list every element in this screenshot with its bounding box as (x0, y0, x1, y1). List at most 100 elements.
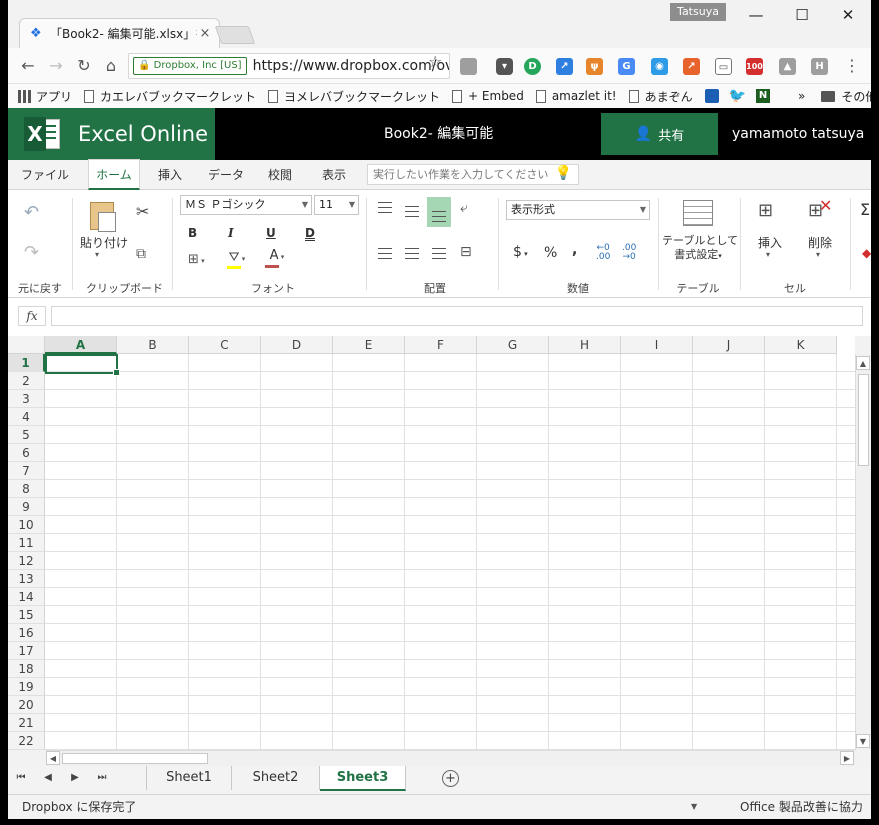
back-icon[interactable]: ← (16, 54, 40, 78)
horizontal-scroll-thumb[interactable] (62, 753, 208, 764)
new-tab-button[interactable] (214, 26, 256, 44)
column-header-k[interactable]: K (765, 336, 837, 354)
row-header[interactable]: 10 (8, 516, 45, 534)
double-underline-button[interactable]: D (305, 226, 315, 240)
twitter-icon[interactable]: 🐦 (729, 88, 746, 104)
column-header-j[interactable]: J (693, 336, 765, 354)
bookmark-blue-icon[interactable] (704, 89, 719, 103)
bookmark-item[interactable]: カエレバブックマークレット (84, 88, 256, 105)
align-bottom-button[interactable] (427, 197, 451, 227)
clear-icon[interactable]: ◆ (862, 246, 871, 260)
insert-cells-button[interactable]: 挿入 (753, 234, 787, 251)
row-header[interactable]: 11 (8, 534, 45, 552)
row-header[interactable]: 9 (8, 498, 45, 516)
sheet-tab-3[interactable]: Sheet3 (320, 766, 406, 791)
translate-icon[interactable]: G (618, 58, 635, 75)
font-size-select[interactable]: 11 ▼ (314, 195, 359, 215)
row-header[interactable]: 19 (8, 678, 45, 696)
paste-dropdown-icon[interactable]: ▾ (95, 250, 99, 259)
user-name[interactable]: yamamoto tatsuya (732, 108, 864, 160)
chart-extension-icon[interactable]: ↗ (556, 58, 573, 75)
column-header-f[interactable]: F (405, 336, 477, 354)
chevron-down-icon[interactable]: ▾ (816, 250, 820, 259)
number-format-select[interactable]: 表示形式 ▼ (506, 200, 650, 220)
sheet-tab-1[interactable]: Sheet1 (146, 766, 232, 790)
selected-cell[interactable] (45, 354, 120, 376)
tab-home[interactable]: ホーム (88, 159, 140, 190)
horizontal-scrollbar[interactable]: ◀ ▶ (46, 750, 855, 766)
column-header-d[interactable]: D (261, 336, 333, 354)
column-header-e[interactable]: E (333, 336, 405, 354)
row-header[interactable]: 16 (8, 624, 45, 642)
align-left-button[interactable] (373, 242, 397, 266)
bookmark-apps[interactable]: アプリ (18, 88, 72, 105)
address-bar[interactable]: 🔒 Dropbox, Inc [US] https://www.dropbox.… (128, 53, 450, 79)
vertical-scrollbar[interactable]: ▲ ▼ (855, 354, 871, 750)
paste-button[interactable]: 貼り付け (80, 234, 128, 251)
url-text[interactable]: https://www.dropbox.com/ov (253, 58, 449, 74)
column-header-g[interactable]: G (477, 336, 549, 354)
column-header-a[interactable]: A (45, 336, 117, 354)
row-header[interactable]: 5 (8, 426, 45, 444)
merge-cells-icon[interactable]: ⊟ (460, 244, 472, 260)
fill-color-icon[interactable]: ⛛ ▾ (226, 250, 248, 269)
column-header-b[interactable]: B (117, 336, 189, 354)
h-extension-icon[interactable]: H (811, 58, 828, 75)
tab-review[interactable]: 校閲 (258, 160, 302, 190)
column-header-i[interactable]: I (621, 336, 693, 354)
bookmarks-overflow[interactable]: » (798, 89, 805, 103)
row-header[interactable]: 22 (8, 732, 45, 750)
other-bookmarks[interactable]: その他のブックマーク (821, 88, 871, 105)
scroll-right-icon[interactable]: ▶ (840, 751, 854, 765)
row-header[interactable]: 2 (8, 372, 45, 390)
forward-icon[interactable]: → (44, 54, 68, 78)
add-sheet-icon[interactable]: + (442, 770, 459, 787)
row-header[interactable]: 12 (8, 552, 45, 570)
sheet-tab-2[interactable]: Sheet2 (232, 766, 320, 790)
reload-icon[interactable]: ↻ (72, 54, 96, 78)
delete-cells-icon[interactable]: ⊞ ✕ (808, 196, 832, 221)
column-header-c[interactable]: C (189, 336, 261, 354)
row-header[interactable]: 17 (8, 642, 45, 660)
minimize-button[interactable]: — (733, 0, 779, 30)
vertical-scroll-thumb[interactable] (858, 374, 869, 466)
comma-button[interactable]: , (572, 242, 577, 258)
row-header[interactable]: 15 (8, 606, 45, 624)
wrap-text-icon[interactable]: ⤶ (460, 200, 468, 216)
profile-badge[interactable]: Tatsuya (670, 3, 726, 21)
increase-decimal-icon[interactable]: ←0.00 (596, 244, 610, 262)
fork-extension-icon[interactable]: ψ (586, 58, 603, 75)
format-as-table-icon[interactable] (683, 200, 713, 226)
chevron-down-icon[interactable]: ▼ (691, 795, 697, 819)
tab-close-icon[interactable]: × (197, 26, 213, 41)
drive-icon[interactable]: ▲ (779, 58, 796, 75)
row-header[interactable]: 21 (8, 714, 45, 732)
align-right-button[interactable] (427, 242, 451, 266)
bookmark-item[interactable]: ヨメレバブックマークレット (268, 88, 440, 105)
cell-area[interactable] (45, 354, 855, 750)
scroll-left-icon[interactable]: ◀ (46, 751, 60, 765)
bookmark-item[interactable]: + Embed (452, 89, 524, 103)
close-window-button[interactable]: ✕ (825, 0, 871, 30)
home-icon[interactable]: ⌂ (99, 54, 123, 78)
row-header[interactable]: 1 (8, 354, 45, 372)
extension-icon[interactable] (460, 58, 477, 75)
bold-button[interactable]: B (188, 226, 197, 240)
copy-icon[interactable]: ⧉ (136, 246, 146, 262)
format-as-table-button[interactable]: テーブルとして 書式設定▾ (662, 234, 738, 263)
select-all-corner[interactable] (8, 336, 45, 354)
column-header-h[interactable]: H (549, 336, 621, 354)
hatena-100-icon[interactable]: 100 (746, 58, 763, 75)
tab-view[interactable]: 表示 (312, 160, 356, 190)
formula-input[interactable] (51, 306, 863, 326)
cut-icon[interactable]: ✂ (136, 202, 149, 221)
row-header[interactable]: 8 (8, 480, 45, 498)
redo-icon[interactable]: ↷ (24, 242, 39, 263)
align-middle-button[interactable] (400, 199, 424, 223)
cast-icon[interactable]: ▭ (715, 58, 732, 75)
trend-extension-icon[interactable]: ↗ (683, 58, 700, 75)
bookmark-item[interactable]: あまぞん (628, 88, 693, 105)
function-icon[interactable]: fx (18, 306, 46, 326)
pocket-icon[interactable]: ▾ (496, 58, 513, 75)
align-center-button[interactable] (400, 242, 424, 266)
